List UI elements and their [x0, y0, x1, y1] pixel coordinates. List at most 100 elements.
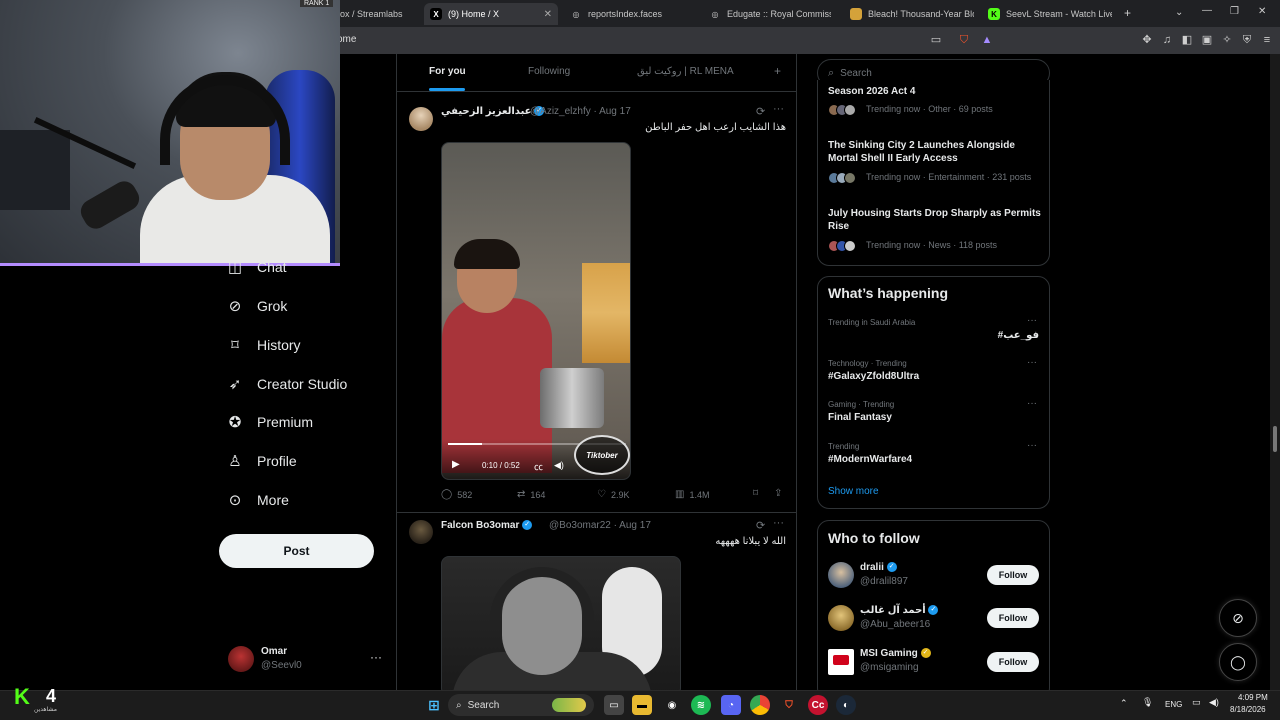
tab-x-home[interactable]: X (9) Home / X ✕ — [424, 3, 558, 25]
tweet-media[interactable] — [441, 556, 681, 690]
follow-avatar[interactable] — [828, 605, 854, 631]
restore-icon[interactable]: ❐ — [1230, 6, 1239, 17]
brave-icon[interactable]: ⛉ — [779, 695, 799, 715]
close-window-icon[interactable]: ✕ — [1258, 6, 1266, 17]
trend-more-icon[interactable]: ··· — [1027, 357, 1037, 368]
tab-bleach[interactable]: Bleach! Thousand-Year Blood — [844, 3, 974, 25]
clock-date[interactable]: 8/18/2026 — [1230, 705, 1266, 714]
trend-name[interactable]: #GalaxyZfold8Ultra — [828, 371, 919, 382]
tab-search-icon[interactable]: ⌄ — [1175, 7, 1183, 18]
repost-button[interactable]: ⇄ 164 — [517, 489, 545, 500]
language-indicator[interactable]: ENG — [1165, 700, 1182, 709]
menu-icon[interactable]: ≡ — [1260, 33, 1274, 47]
trend-more-icon[interactable]: ··· — [1027, 440, 1037, 451]
new-tab-button[interactable]: + — [1124, 6, 1131, 20]
tweet-avatar[interactable] — [409, 520, 433, 544]
tab-following[interactable]: Following — [528, 66, 570, 77]
account-avatar[interactable] — [228, 646, 254, 672]
microphone-icon[interactable]: 🎙 — [1142, 697, 1153, 708]
leo-ai-icon[interactable]: ✧ — [1220, 33, 1234, 47]
follow-button[interactable]: Follow — [987, 652, 1039, 672]
tweet-author-name[interactable]: عبدالعزيز الزحيفي ✓ — [441, 106, 545, 117]
file-explorer-icon[interactable]: ▬ — [632, 695, 652, 715]
tweet-avatar[interactable] — [409, 107, 433, 131]
tweet-author-name[interactable]: Falcon Bo3omar ✓ — [441, 520, 533, 531]
reply-button[interactable]: ◯ 582 — [441, 489, 472, 500]
nav-chat[interactable]: ◫ Chat — [226, 254, 287, 280]
follow-button[interactable]: Follow — [987, 565, 1039, 585]
windows-start-icon[interactable]: ⊞ — [424, 695, 444, 715]
trend-category: Technology · Trending — [828, 359, 907, 368]
tab-rl-mena[interactable]: روكيت ليق | RL MENA — [637, 66, 734, 77]
nav-creator-studio[interactable]: ➶ Creator Studio — [226, 371, 348, 397]
trend-name[interactable]: #فو_عب — [828, 330, 1039, 341]
nav-profile[interactable]: ♙ Profile — [226, 448, 296, 474]
share-button[interactable]: ⇪ — [774, 488, 787, 499]
vpn-icon[interactable]: ⛨ — [1240, 33, 1254, 47]
page-scrollbar[interactable] — [1270, 54, 1280, 690]
trend-more-icon[interactable]: ··· — [1027, 398, 1037, 409]
music-icon[interactable]: ♫ — [1160, 33, 1174, 47]
grok-fab-icon[interactable]: ⊘ — [1219, 599, 1257, 637]
spotify-icon[interactable]: ≋ — [691, 695, 711, 715]
post-button[interactable]: Post — [219, 534, 374, 568]
add-tab-button[interactable]: + — [774, 64, 781, 78]
tab-for-you[interactable]: For you — [429, 66, 466, 77]
grok-explain-icon[interactable]: ⟳ — [756, 105, 765, 118]
scrollbar-thumb[interactable] — [1273, 426, 1277, 452]
follow-avatar[interactable] — [828, 562, 854, 588]
nav-more[interactable]: ⊙ More — [226, 487, 289, 513]
nav-premium[interactable]: ✪ Premium — [226, 409, 313, 435]
tweet-more-icon[interactable]: ··· — [773, 517, 784, 529]
views-button[interactable]: ▥ 1.4M — [675, 489, 709, 500]
tab-reports-index[interactable]: ◎ reportsIndex.faces — [564, 3, 694, 25]
play-icon[interactable]: ▶ — [452, 459, 460, 470]
brave-shield-icon[interactable]: ⛉ — [957, 33, 971, 47]
follow-name[interactable]: أحمد آل غالب ✓ — [860, 605, 939, 616]
tray-expand-icon[interactable]: ⌃ — [1120, 698, 1128, 709]
volume-icon[interactable]: ◀) — [1209, 697, 1219, 708]
grok-explain-icon[interactable]: ⟳ — [756, 519, 765, 532]
taskbar-search[interactable]: ⌕ Search — [448, 694, 594, 716]
extensions-icon[interactable]: ✥ — [1140, 33, 1154, 47]
news-title[interactable]: The Sinking City 2 Launches Alongside Mo… — [828, 139, 1043, 165]
wallet-icon[interactable]: ▣ — [1200, 33, 1214, 47]
obs-icon[interactable]: ◉ — [662, 695, 682, 715]
clock-time[interactable]: 4:09 PM — [1238, 693, 1268, 702]
news-title[interactable]: Season 2026 Act 4 — [828, 85, 1043, 98]
follow-button[interactable]: Follow — [987, 608, 1039, 628]
trend-more-icon[interactable]: ··· — [1027, 315, 1037, 326]
task-view-icon[interactable]: ▭ — [604, 695, 624, 715]
sidebar-icon[interactable]: ◧ — [1180, 33, 1194, 47]
like-button[interactable]: ♡ 2.9K — [597, 489, 629, 500]
discord-icon[interactable]: ◔ — [721, 695, 741, 715]
msi-logo-avatar[interactable] — [828, 649, 854, 675]
tab-streamlabs[interactable]: ox / Streamlabs — [334, 3, 422, 25]
volume-icon[interactable]: ◀) — [554, 460, 564, 471]
follow-name[interactable]: dralii ✓ — [860, 562, 897, 573]
tab-kick-stream[interactable]: K SeevL Stream - Watch Live on — [982, 3, 1112, 25]
chrome-icon[interactable] — [750, 695, 770, 715]
messages-fab-icon[interactable]: ◯ — [1219, 643, 1257, 681]
trend-name[interactable]: #ModernWarfare4 — [828, 454, 912, 465]
nav-grok[interactable]: ⊘ Grok — [226, 293, 288, 319]
creative-cloud-icon[interactable]: Cc — [808, 695, 828, 715]
show-more-link[interactable]: Show more — [828, 486, 879, 497]
tweet-more-icon[interactable]: ··· — [773, 103, 784, 115]
trend-name[interactable]: Final Fantasy — [828, 412, 892, 423]
news-title[interactable]: July Housing Starts Drop Sharply as Perm… — [828, 207, 1043, 233]
close-tab-icon[interactable]: ✕ — [544, 9, 552, 20]
minimize-icon[interactable]: — — [1202, 5, 1212, 16]
follow-handle: @Abu_abeer16 — [860, 619, 931, 630]
follow-name[interactable]: MSI Gaming ✓ — [860, 648, 931, 659]
brave-rewards-icon[interactable]: ▲ — [980, 33, 994, 47]
tweet-video[interactable]: ▶ 0:10 / 0:52 ㏄ ◀) Tiktober — [441, 142, 631, 480]
bookmark-button[interactable]: ⌑ — [753, 488, 763, 499]
network-icon[interactable]: ▭ — [1192, 697, 1201, 708]
account-more-button[interactable]: ··· — [370, 650, 382, 664]
tab-edugate[interactable]: ◎ Edugate :: Royal Commission — [703, 3, 832, 25]
steam-icon[interactable]: ◐ — [836, 695, 856, 715]
nav-history[interactable]: ⌑ History — [226, 332, 300, 358]
cast-icon[interactable]: ▭ — [929, 33, 943, 47]
captions-icon[interactable]: ㏄ — [534, 460, 543, 473]
